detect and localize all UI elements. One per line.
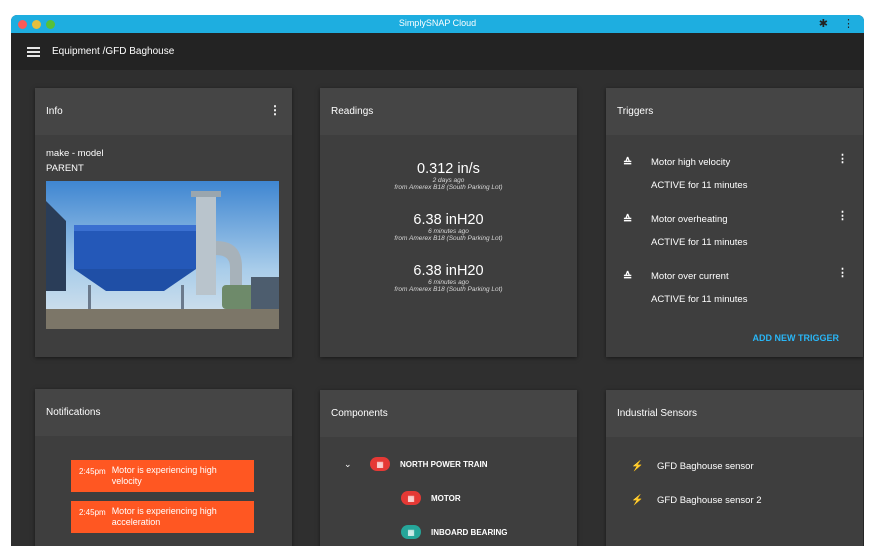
component-icon: ▦ xyxy=(401,525,421,539)
trigger-status: ACTIVE for 11 minutes xyxy=(651,180,748,191)
reading-value: 6.38 inH20 xyxy=(413,263,484,279)
trigger-name: Motor overheating xyxy=(651,214,728,225)
dashboard: Info ⋮ make - model PARENT Readings 0.31… xyxy=(11,70,864,546)
window-title: SimplySNAP Cloud xyxy=(398,18,477,28)
trigger-status: ACTIVE for 11 minutes xyxy=(651,237,748,248)
components-card-title: Components xyxy=(331,408,388,419)
triggers-card-title: Triggers xyxy=(617,106,654,117)
sensor-item[interactable]: ⚡ GFD Baghouse sensor xyxy=(606,449,863,483)
readings-card-header: Readings xyxy=(320,88,577,135)
reading-source: from Amerex B18 (South Parking Lot) xyxy=(394,184,503,191)
triggers-card: Triggers ≙ Motor high velocity ACTIVE fo… xyxy=(606,88,863,357)
reading-value: 0.312 in/s xyxy=(417,161,480,177)
add-new-trigger-button[interactable]: ADD NEW TRIGGER xyxy=(753,333,840,343)
app-window: SimplySNAP Cloud ✱ ⋮ Equipment /GFD Bagh… xyxy=(11,15,864,546)
readings-card: Readings 0.312 in/s 2 days ago from Amer… xyxy=(320,88,577,357)
trigger-status: ACTIVE for 11 minutes xyxy=(651,294,748,305)
reading-time: 2 days ago xyxy=(432,177,465,184)
info-card-header: Info ⋮ xyxy=(35,88,292,135)
component-item[interactable]: ▦ MOTOR xyxy=(320,481,577,515)
reading-source: from Amerex B18 (South Parking Lot) xyxy=(394,286,503,293)
trigger-more-icon[interactable]: ⋮ xyxy=(837,209,848,222)
component-label: NORTH POWER TRAIN xyxy=(400,459,488,469)
reading-item: 0.312 in/s 2 days ago from Amerex B18 (S… xyxy=(320,161,577,191)
components-card: Components ⌄ ▦ NORTH POWER TRAIN ▦ MOTOR… xyxy=(320,390,577,546)
sensor-name: GFD Baghouse sensor xyxy=(657,460,754,472)
sensor-item[interactable]: ⚡ GFD Baghouse sensor 2 xyxy=(606,483,863,517)
equipment-photo xyxy=(46,181,279,329)
component-item[interactable]: ⌄ ▦ NORTH POWER TRAIN xyxy=(320,447,577,481)
notification-time: 2:45pm xyxy=(79,508,106,517)
notifications-card: Notifications 2:45pm Motor is experienci… xyxy=(35,389,292,546)
window-more-icon[interactable]: ⋮ xyxy=(843,17,854,30)
component-icon: ▦ xyxy=(370,457,390,471)
trigger-icon: ≙ xyxy=(623,271,633,283)
info-card-title: Info xyxy=(46,106,63,117)
sensors-card: Industrial Sensors ⚡ GFD Baghouse sensor… xyxy=(606,390,863,546)
sensors-card-title: Industrial Sensors xyxy=(617,408,698,419)
triggers-card-header: Triggers xyxy=(606,88,863,135)
breadcrumb: Equipment /GFD Baghouse xyxy=(52,46,175,57)
puzzle-icon[interactable]: ✱ xyxy=(819,17,828,30)
trigger-item[interactable]: ≙ Motor overheating ACTIVE for 11 minute… xyxy=(606,204,863,261)
make-model-text: make - model xyxy=(46,148,104,159)
notifications-card-title: Notifications xyxy=(46,407,101,418)
window-titlebar: SimplySNAP Cloud ✱ ⋮ xyxy=(11,15,864,33)
sensors-card-header: Industrial Sensors xyxy=(606,390,863,437)
lightning-icon: ⚡ xyxy=(631,460,644,472)
trigger-item[interactable]: ≙ Motor high velocity ACTIVE for 11 minu… xyxy=(606,147,863,204)
reading-item: 6.38 inH20 6 minutes ago from Amerex B18… xyxy=(320,212,577,242)
reading-time: 6 minutes ago xyxy=(428,228,469,235)
app-bar: Equipment /GFD Baghouse xyxy=(11,33,864,70)
reading-item: 6.38 inH20 6 minutes ago from Amerex B18… xyxy=(320,263,577,293)
info-card: Info ⋮ make - model PARENT xyxy=(35,88,292,357)
trigger-more-icon[interactable]: ⋮ xyxy=(837,152,848,165)
parent-text: PARENT xyxy=(46,163,84,174)
trigger-item[interactable]: ≙ Motor over current ACTIVE for 11 minut… xyxy=(606,261,863,318)
component-label: INBOARD BEARING xyxy=(431,527,508,537)
readings-card-title: Readings xyxy=(331,106,374,117)
notification-message: Motor is experiencing high velocity xyxy=(111,465,217,486)
menu-icon[interactable] xyxy=(27,46,40,57)
trigger-icon: ≙ xyxy=(623,157,633,169)
reading-source: from Amerex B18 (South Parking Lot) xyxy=(394,235,503,242)
trigger-name: Motor over current xyxy=(651,271,729,282)
lightning-icon: ⚡ xyxy=(631,494,644,506)
sensor-name: GFD Baghouse sensor 2 xyxy=(657,494,762,506)
notification-time: 2:45pm xyxy=(79,467,106,476)
component-icon: ▦ xyxy=(401,491,421,505)
trigger-name: Motor high velocity xyxy=(651,157,731,168)
trigger-icon: ≙ xyxy=(623,214,633,226)
notification-message: Motor is experiencing high acceleration xyxy=(111,506,217,527)
components-card-header: Components xyxy=(320,390,577,437)
component-label: MOTOR xyxy=(431,493,461,503)
notifications-card-header: Notifications xyxy=(35,389,292,436)
reading-value: 6.38 inH20 xyxy=(413,212,484,228)
baghouse-illustration xyxy=(46,181,279,329)
trigger-more-icon[interactable]: ⋮ xyxy=(837,266,848,279)
component-item[interactable]: ▦ INBOARD BEARING xyxy=(320,515,577,546)
info-more-icon[interactable]: ⋮ xyxy=(269,103,281,117)
chevron-down-icon[interactable]: ⌄ xyxy=(344,459,352,470)
notification-item[interactable]: 2:45pm Motor is experiencing high veloci… xyxy=(71,460,254,492)
reading-time: 6 minutes ago xyxy=(428,279,469,286)
notification-item[interactable]: 2:45pm Motor is experiencing high accele… xyxy=(71,501,254,533)
